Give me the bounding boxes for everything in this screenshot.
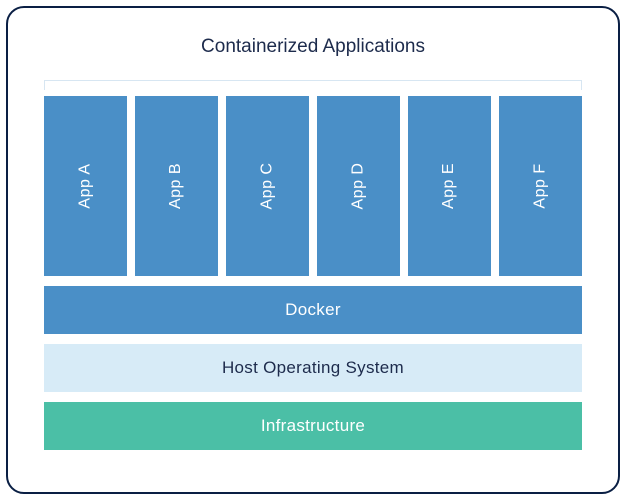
layer-docker: Docker — [44, 286, 582, 334]
app-box-b: App B — [135, 96, 218, 276]
layer-label: Infrastructure — [261, 416, 365, 436]
apps-row: App A App B App C App D App E App F — [44, 96, 582, 276]
layer-label: Host Operating System — [222, 358, 404, 378]
app-box-f: App F — [499, 96, 582, 276]
app-label: App D — [350, 163, 368, 210]
app-box-a: App A — [44, 96, 127, 276]
app-box-e: App E — [408, 96, 491, 276]
app-label: App E — [441, 163, 459, 209]
app-box-d: App D — [317, 96, 400, 276]
layer-label: Docker — [285, 300, 341, 320]
app-label: App A — [76, 163, 94, 208]
app-label: App C — [259, 163, 277, 210]
diagram-title: Containerized Applications — [44, 36, 582, 58]
diagram-card: Containerized Applications App A App B A… — [6, 6, 620, 494]
app-box-c: App C — [226, 96, 309, 276]
apps-bracket — [44, 80, 582, 90]
layer-host-os: Host Operating System — [44, 344, 582, 392]
app-label: App B — [168, 163, 186, 209]
layer-infrastructure: Infrastructure — [44, 402, 582, 450]
app-label: App F — [532, 163, 550, 208]
